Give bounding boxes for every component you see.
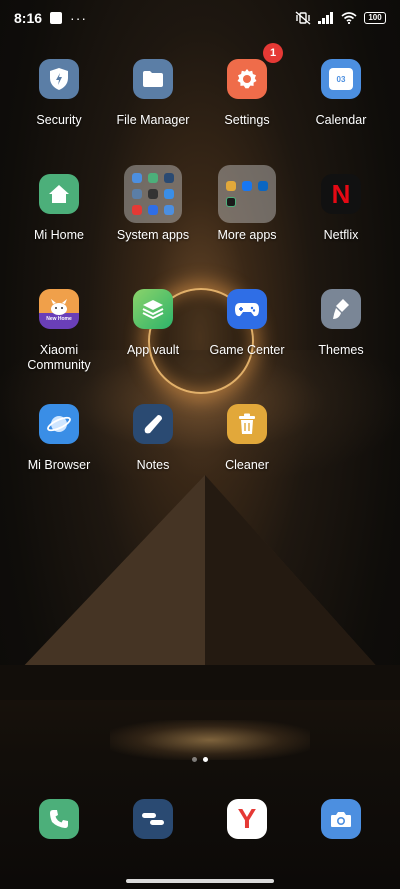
dock-yandex-browser[interactable]: Y — [199, 799, 295, 839]
community-icon: New Home — [39, 289, 79, 329]
phone-icon — [39, 799, 79, 839]
mini-app-icon — [132, 189, 142, 199]
app-label: Xiaomi Community — [27, 343, 91, 372]
app-notes[interactable]: Notes — [105, 404, 201, 473]
house-icon — [39, 174, 79, 214]
app-label: App vault — [126, 343, 180, 357]
battery-icon: 100 — [364, 12, 386, 24]
trash-icon — [227, 404, 267, 444]
app-netflix[interactable]: N Netflix — [293, 174, 389, 243]
page-indicator — [0, 757, 400, 762]
pen-icon — [133, 404, 173, 444]
yandex-icon: Y — [227, 799, 267, 839]
brush-icon — [321, 289, 361, 329]
mini-app-icon — [164, 189, 174, 199]
mini-app-icon — [258, 181, 268, 191]
app-settings[interactable]: 1 Settings — [199, 43, 295, 128]
netflix-icon: N — [321, 174, 361, 214]
shield-icon — [39, 59, 79, 99]
dock-messages[interactable] — [105, 799, 201, 839]
app-game-center[interactable]: Game Center — [199, 289, 295, 358]
dock-camera[interactable] — [293, 799, 389, 839]
mini-app-icon — [148, 189, 158, 199]
app-label: Netflix — [323, 228, 359, 242]
app-label: Notes — [136, 458, 170, 472]
mini-app-icon — [148, 173, 158, 183]
netflix-glyph: N — [331, 178, 351, 209]
status-left: 8:16 ··· — [14, 10, 87, 26]
folder-icon — [133, 59, 173, 99]
signal-icon — [318, 12, 333, 24]
notification-badge: 1 — [263, 43, 283, 63]
yandex-glyph: Y — [237, 803, 257, 834]
page-dot-active[interactable] — [203, 757, 208, 762]
app-themes[interactable]: Themes — [293, 289, 389, 358]
camera-icon — [321, 799, 361, 839]
app-label: Security — [36, 113, 82, 127]
home-gesture-bar[interactable] — [126, 879, 274, 883]
app-security[interactable]: Security — [11, 59, 107, 128]
mini-app-icon — [226, 197, 236, 207]
notification-icon — [50, 12, 63, 24]
mini-app-icon — [242, 181, 252, 191]
wallpaper-reflection — [110, 720, 310, 760]
app-mi-browser[interactable]: Mi Browser — [11, 404, 107, 473]
planet-icon — [39, 404, 79, 444]
wallpaper-ground — [0, 670, 400, 889]
vibrate-off-icon — [295, 11, 311, 25]
app-xiaomi-community[interactable]: New Home Xiaomi Community — [11, 289, 107, 373]
folder-more-apps[interactable]: More apps — [199, 165, 295, 243]
gamepad-icon — [227, 289, 267, 329]
calendar-icon: 03 — [321, 59, 361, 99]
folder-icon — [124, 165, 182, 223]
app-app-vault[interactable]: App vault — [105, 289, 201, 358]
status-bar: 8:16 ··· 100 — [0, 0, 400, 36]
app-label: Calendar — [315, 113, 367, 127]
app-label: Mi Browser — [27, 458, 91, 472]
folder-icon — [218, 165, 276, 223]
dock-phone[interactable] — [11, 799, 107, 839]
app-mi-home[interactable]: Mi Home — [11, 174, 107, 243]
status-time: 8:16 — [14, 10, 43, 26]
wallpaper-pyramid — [0, 475, 400, 700]
calendar-date: 03 — [329, 68, 353, 90]
app-label: Game Center — [209, 343, 285, 357]
page-dot[interactable] — [192, 757, 197, 762]
mini-app-icon — [132, 205, 142, 215]
message-icon — [133, 799, 173, 839]
app-label: Cleaner — [225, 458, 269, 472]
app-label: Themes — [318, 343, 364, 357]
mini-app-icon — [226, 181, 236, 191]
mini-app-icon — [148, 205, 158, 215]
app-cleaner[interactable]: Cleaner — [199, 404, 295, 473]
app-label: File Manager — [116, 113, 190, 127]
app-calendar[interactable]: 03 Calendar — [293, 59, 389, 128]
gear-icon: 1 — [227, 43, 283, 99]
app-label: System apps — [116, 228, 190, 242]
folder-system-apps[interactable]: System apps — [105, 165, 201, 243]
wifi-icon — [341, 12, 357, 24]
status-right: 100 — [295, 11, 386, 25]
mini-app-icon — [132, 173, 142, 183]
community-banner: New Home — [46, 316, 72, 322]
layers-icon — [133, 289, 173, 329]
mini-app-icon — [164, 173, 174, 183]
app-file-manager[interactable]: File Manager — [105, 59, 201, 128]
app-label: Settings — [224, 113, 270, 127]
mini-app-icon — [164, 205, 174, 215]
app-label: Mi Home — [33, 228, 84, 242]
more-notifications-icon: ··· — [70, 10, 88, 26]
home-screen: 8:16 ··· 100 Security File Manager 1 Set… — [0, 0, 400, 889]
app-label: More apps — [217, 228, 277, 242]
